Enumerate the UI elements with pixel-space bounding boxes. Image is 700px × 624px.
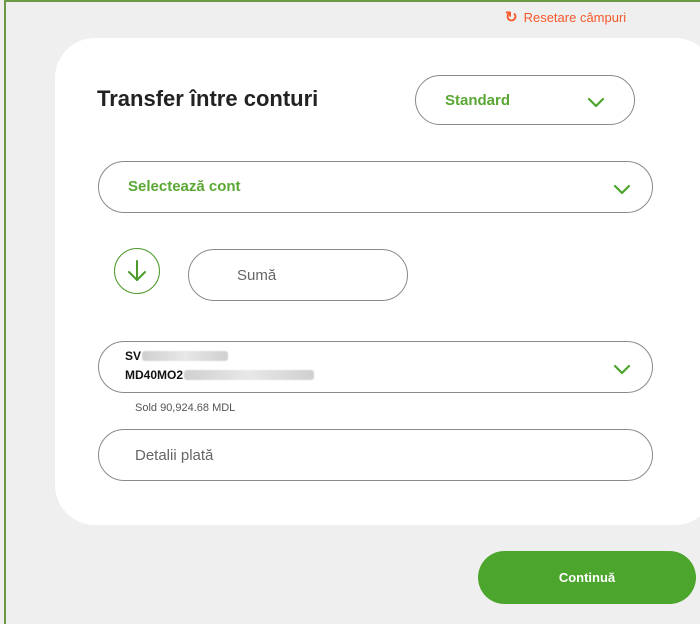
transfer-mode-value: Standard — [445, 92, 511, 109]
reset-fields-link[interactable]: ↻ Resetare câmpuri — [505, 10, 626, 25]
page-title: Transfer între conturi — [97, 86, 319, 111]
transfer-card: Transfer între conturi Standard Selectea… — [55, 38, 700, 525]
source-account-name: SV — [125, 349, 229, 363]
destination-account-select[interactable]: Selectează cont — [98, 161, 653, 213]
reset-fields-label: Resetare câmpuri — [523, 10, 627, 25]
chevron-down-icon — [613, 184, 631, 195]
transfer-mode-select[interactable]: Standard — [415, 75, 635, 125]
source-account-select[interactable]: SV MD40MO2 — [98, 341, 653, 393]
redacted-text — [184, 370, 315, 380]
source-account-iban: MD40MO2 — [125, 368, 315, 382]
amount-input[interactable] — [235, 265, 399, 285]
frame-border-left — [4, 0, 6, 624]
frame-border-top — [4, 0, 700, 2]
source-account-name-prefix: SV — [125, 349, 142, 363]
refresh-icon: ↻ — [505, 9, 518, 26]
source-account-iban-prefix: MD40MO2 — [125, 368, 184, 382]
continue-button[interactable]: Continuă — [478, 551, 696, 604]
payment-details-field — [98, 429, 653, 481]
redacted-text — [142, 351, 229, 361]
arrow-down-circle-icon — [128, 260, 146, 281]
chevron-down-icon — [587, 97, 605, 108]
amount-field — [188, 249, 408, 301]
account-balance: Sold 90,924.68 MDL — [135, 402, 236, 414]
swap-direction-button[interactable] — [114, 248, 160, 294]
payment-details-input[interactable] — [133, 445, 617, 465]
chevron-down-icon — [613, 364, 631, 375]
destination-account-label: Selectează cont — [128, 178, 241, 195]
